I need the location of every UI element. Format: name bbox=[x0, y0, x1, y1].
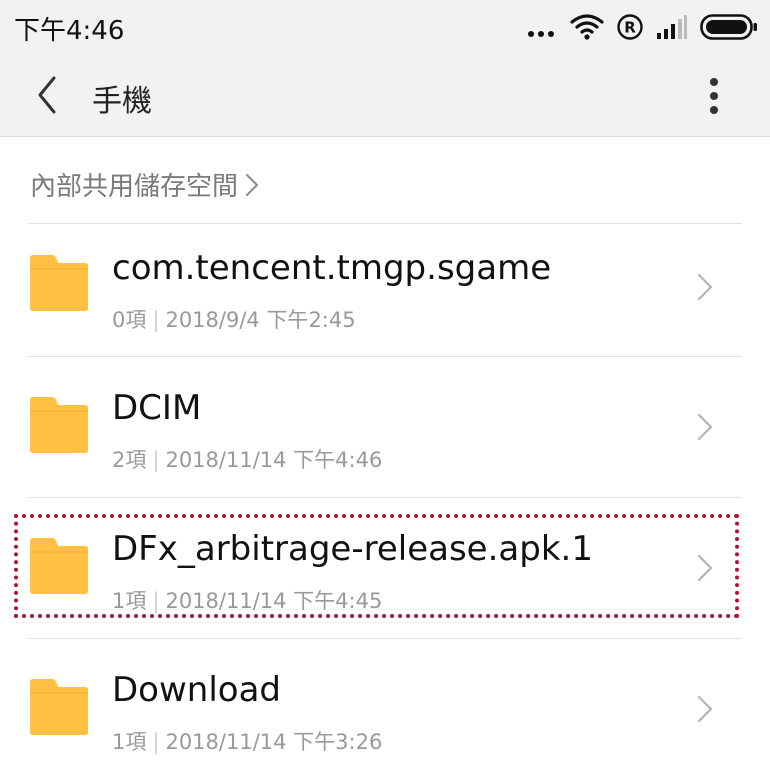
breadcrumb-label: 內部共用儲存空間 bbox=[30, 172, 239, 202]
modified-date: 2018/9/4 下午2:45 bbox=[165, 308, 356, 332]
wifi-icon bbox=[570, 14, 604, 40]
chevron-right-icon bbox=[697, 273, 713, 301]
file-row-download[interactable]: Download 1項 | 2018/11/14 下午3:26 bbox=[0, 648, 770, 776]
file-name: DFx_arbitrage-release.apk.1 bbox=[112, 529, 593, 569]
file-meta: 2項 | 2018/11/14 下午4:46 bbox=[112, 448, 383, 472]
modified-date: 2018/11/14 下午4:46 bbox=[165, 448, 383, 472]
status-time: 下午4:46 bbox=[14, 16, 125, 46]
status-icons: R bbox=[528, 8, 758, 46]
breadcrumb[interactable]: 內部共用儲存空間 bbox=[30, 166, 260, 203]
more-dots-icon bbox=[528, 17, 554, 37]
item-count: 0項 bbox=[112, 308, 147, 332]
file-row-com-tencent[interactable]: com.tencent.tmgp.sgame 0項 | 2018/9/4 下午2:4… bbox=[0, 224, 770, 364]
modified-date: 2018/11/14 下午4:45 bbox=[165, 589, 383, 613]
registered-icon: R bbox=[617, 14, 643, 40]
file-manager-screen: 下午4:46 R 手機 內部共用儲存空間 com.tencent.tmgp.sg… bbox=[0, 0, 770, 776]
back-chevron-icon bbox=[38, 76, 56, 114]
divider bbox=[28, 497, 742, 498]
status-bar: 下午4:46 R bbox=[0, 0, 770, 54]
file-meta: 1項 | 2018/11/14 下午3:26 bbox=[112, 730, 383, 754]
more-vertical-icon bbox=[710, 78, 718, 86]
title-bar: 手機 bbox=[0, 54, 770, 137]
folder-icon bbox=[30, 255, 88, 311]
file-meta: 1項 | 2018/11/14 下午4:45 bbox=[112, 589, 383, 613]
breadcrumb-chevron-icon bbox=[246, 173, 259, 196]
folder-icon bbox=[30, 538, 88, 594]
file-row-dfx-arbitrage[interactable]: DFx_arbitrage-release.apk.1 1項 | 2018/11/1… bbox=[0, 507, 770, 647]
folder-icon bbox=[30, 679, 88, 735]
divider bbox=[28, 356, 742, 357]
back-button[interactable] bbox=[28, 72, 68, 118]
svg-text:R: R bbox=[624, 19, 636, 37]
file-name: Download bbox=[112, 670, 282, 710]
modified-date: 2018/11/14 下午3:26 bbox=[165, 730, 383, 754]
more-options-button[interactable] bbox=[702, 74, 726, 118]
item-count: 1項 bbox=[112, 730, 147, 754]
divider bbox=[28, 638, 742, 639]
item-count: 2項 bbox=[112, 448, 147, 472]
page-title: 手機 bbox=[92, 84, 152, 119]
folder-icon bbox=[30, 397, 88, 453]
chevron-right-icon bbox=[697, 413, 713, 441]
chevron-right-icon bbox=[697, 695, 713, 723]
chevron-right-icon bbox=[697, 554, 713, 582]
signal-icon bbox=[657, 15, 687, 39]
file-meta: 0項 | 2018/9/4 下午2:45 bbox=[112, 308, 356, 332]
file-name: com.tencent.tmgp.sgame bbox=[112, 248, 552, 288]
file-name: DCIM bbox=[112, 388, 202, 428]
item-count: 1項 bbox=[112, 589, 147, 613]
file-row-dcim[interactable]: DCIM 2項 | 2018/11/14 下午4:46 bbox=[0, 366, 770, 506]
battery-icon bbox=[700, 14, 757, 40]
